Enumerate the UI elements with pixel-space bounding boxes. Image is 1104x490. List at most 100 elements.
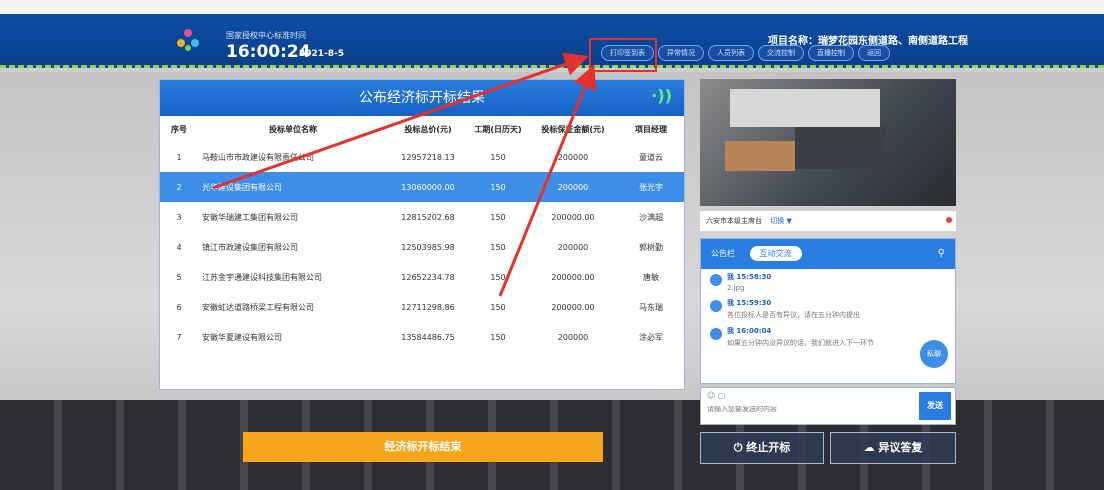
table-row[interactable]: 1 马鞍山市市政建设有限责任公司 12957218.13 150 200000 … (160, 142, 684, 172)
stop-opening-button[interactable]: ⏻ 终止开标 (700, 432, 824, 464)
cell-index: 4 (176, 242, 182, 252)
exception-button[interactable]: 异常情况 (658, 45, 704, 61)
chat-panel: 公告栏 互动交流 ⚲ 我 15:58:30 2.jpg 我 15:59:30 各… (700, 238, 956, 384)
chat-text: 如果五分钟内没异议的话，我们就进入下一环节 (727, 339, 874, 347)
col-duration: 工期(日历天) (474, 124, 522, 134)
annotation-box (589, 38, 657, 72)
cell-manager: 唐敏 (643, 272, 659, 282)
header: 国家授权中心标准时间 16:00:24 2021-8-5 项目名称：瑞梦花园东侧… (0, 14, 1104, 68)
cell-duration: 150 (490, 242, 506, 252)
cell-price: 12711298.86 (401, 302, 455, 312)
signal-icon: ·)) (651, 86, 672, 105)
chat-time: 我 15:58:30 (727, 273, 772, 281)
chat-bubble-icon: ☁ (863, 441, 879, 454)
col-index: 序号 (171, 124, 187, 134)
cell-index: 3 (176, 212, 182, 222)
cell-company: 安徽虹达道路桥梁工程有限公司 (202, 302, 314, 312)
room-name: 六安市本级主席台 (706, 217, 762, 225)
video-counter (725, 141, 795, 171)
cell-company: 马鞍山市市政建设有限责任公司 (202, 152, 314, 162)
chat-tabs: 公告栏 互动交流 ⚲ (701, 239, 955, 269)
cell-deposit: 200000 (557, 332, 589, 342)
chat-message: 我 15:59:30 各位投标人是否有异议，请在五分钟内提出 (701, 295, 955, 323)
table-row[interactable]: 7 安徽华夏建设有限公司 13584486.75 150 200000 涂必军 (160, 322, 684, 352)
cell-deposit: 200000 (528, 172, 618, 202)
send-button[interactable]: 发送 (919, 392, 951, 420)
cell-manager: 涂必军 (639, 332, 663, 342)
clock: 16:00:24 (226, 42, 311, 62)
col-manager: 项目经理 (635, 124, 667, 134)
stop-icon: ⏻ (733, 441, 747, 454)
personnel-list-button[interactable]: 人员列表 (708, 45, 754, 61)
cell-price: 12503985.98 (401, 242, 455, 252)
live-control-button[interactable]: 直播控制 (808, 45, 854, 61)
private-chat-button[interactable]: 私聊 (920, 340, 948, 368)
cell-company: 光华建设集团有限公司 (198, 172, 388, 202)
chat-input[interactable] (707, 406, 907, 413)
col-price: 投标总价(元) (404, 124, 452, 134)
room-switch-button[interactable]: 切换 ▼ (770, 217, 792, 225)
avatar (710, 300, 722, 312)
cell-manager: 童道云 (639, 152, 663, 162)
cell-price: 13584486.75 (401, 332, 455, 342)
avatar (710, 328, 722, 340)
chat-control-button[interactable]: 交流控制 (758, 45, 804, 61)
result-table: 序号 投标单位名称 投标总价(元) 工期(日历天) 投标保证金额(元) 项目经理… (160, 116, 684, 352)
tab-interactive[interactable]: 互动交流 (749, 246, 802, 261)
table-row[interactable]: 5 江苏金宇通建设科技集团有限公司 12652234.78 150 200000… (160, 262, 684, 292)
cell-deposit: 200000.00 (551, 212, 595, 222)
result-title: 公布经济标开标结果 (160, 80, 684, 116)
cell-duration: 150 (490, 302, 506, 312)
back-button[interactable]: 返回 (858, 45, 890, 61)
logo-icon (177, 29, 199, 51)
cell-company: 江苏金宇通建设科技集团有限公司 (202, 272, 322, 282)
chat-text: 2.jpg (727, 284, 745, 292)
cell-index: 1 (176, 152, 182, 162)
date: 2021-8-5 (299, 49, 345, 59)
objection-reply-button[interactable]: ☁ 异议答复 (830, 432, 956, 464)
chat-time: 我 15:59:30 (727, 299, 772, 307)
table-row-selected[interactable]: 2 光华建设集团有限公司 13060000.00 150 200000 张光宇 (160, 172, 684, 202)
cell-price: 12815202.68 (401, 212, 455, 222)
cell-company: 安徽华夏建设有限公司 (202, 332, 282, 342)
table-row[interactable]: 3 安徽华瑞建工集团有限公司 12815202.68 150 200000.00… (160, 202, 684, 232)
cell-index: 6 (176, 302, 182, 312)
cell-price: 12652234.78 (401, 272, 455, 282)
col-deposit: 投标保证金额(元) (541, 124, 605, 134)
cell-index: 5 (176, 272, 182, 282)
chat-message: 我 15:58:30 2.jpg (701, 269, 955, 295)
table-row[interactable]: 6 安徽虹达道路桥梁工程有限公司 12711298.86 150 200000.… (160, 292, 684, 322)
stop-label: 终止开标 (746, 441, 791, 454)
cell-manager: 张光宇 (618, 172, 684, 202)
cell-index: 7 (176, 332, 182, 342)
cell-company: 镇江市政建设集团有限公司 (202, 242, 298, 252)
video-feed[interactable] (700, 79, 956, 206)
bookmark-bar (0, 0, 1104, 14)
status-dot (946, 217, 952, 223)
cell-deposit: 200000.00 (551, 302, 595, 312)
cell-duration: 150 (468, 172, 528, 202)
cell-deposit: 200000 (557, 242, 589, 252)
avatar (710, 274, 722, 286)
result-panel: 公布经济标开标结果 ·)) 序号 投标单位名称 投标总价(元) 工期(日历天) … (159, 79, 685, 390)
chat-message: 我 16:00:04 如果五分钟内没异议的话，我们就进入下一环节 (701, 323, 955, 351)
search-icon[interactable]: ⚲ (938, 239, 945, 269)
tab-board[interactable]: 公告栏 (711, 249, 735, 258)
chat-text: 各位投标人是否有异议，请在五分钟内提出 (727, 311, 860, 319)
cell-index: 2 (160, 172, 198, 202)
end-opening-button[interactable]: 经济标开标结束 (243, 432, 603, 462)
cell-company: 安徽华瑞建工集团有限公司 (202, 212, 298, 222)
cell-duration: 150 (490, 212, 506, 222)
emoji-file-icons[interactable]: ☺ ▢ (707, 391, 725, 400)
time-caption: 国家授权中心标准时间 (226, 31, 306, 40)
cell-manager: 马东瑞 (639, 302, 663, 312)
cell-manager: 郭树勤 (639, 242, 663, 252)
video-wall (730, 89, 880, 127)
objection-label: 异议答复 (878, 441, 923, 454)
col-company: 投标单位名称 (269, 124, 317, 134)
chat-input-box: ☺ ▢ 发送 (700, 387, 956, 425)
cell-deposit: 200000.00 (551, 272, 595, 282)
room-select[interactable]: 六安市本级主席台 切换 ▼ (700, 211, 956, 231)
table-row[interactable]: 4 镇江市政建设集团有限公司 12503985.98 150 200000 郭树… (160, 232, 684, 262)
video-desk (795, 127, 885, 169)
